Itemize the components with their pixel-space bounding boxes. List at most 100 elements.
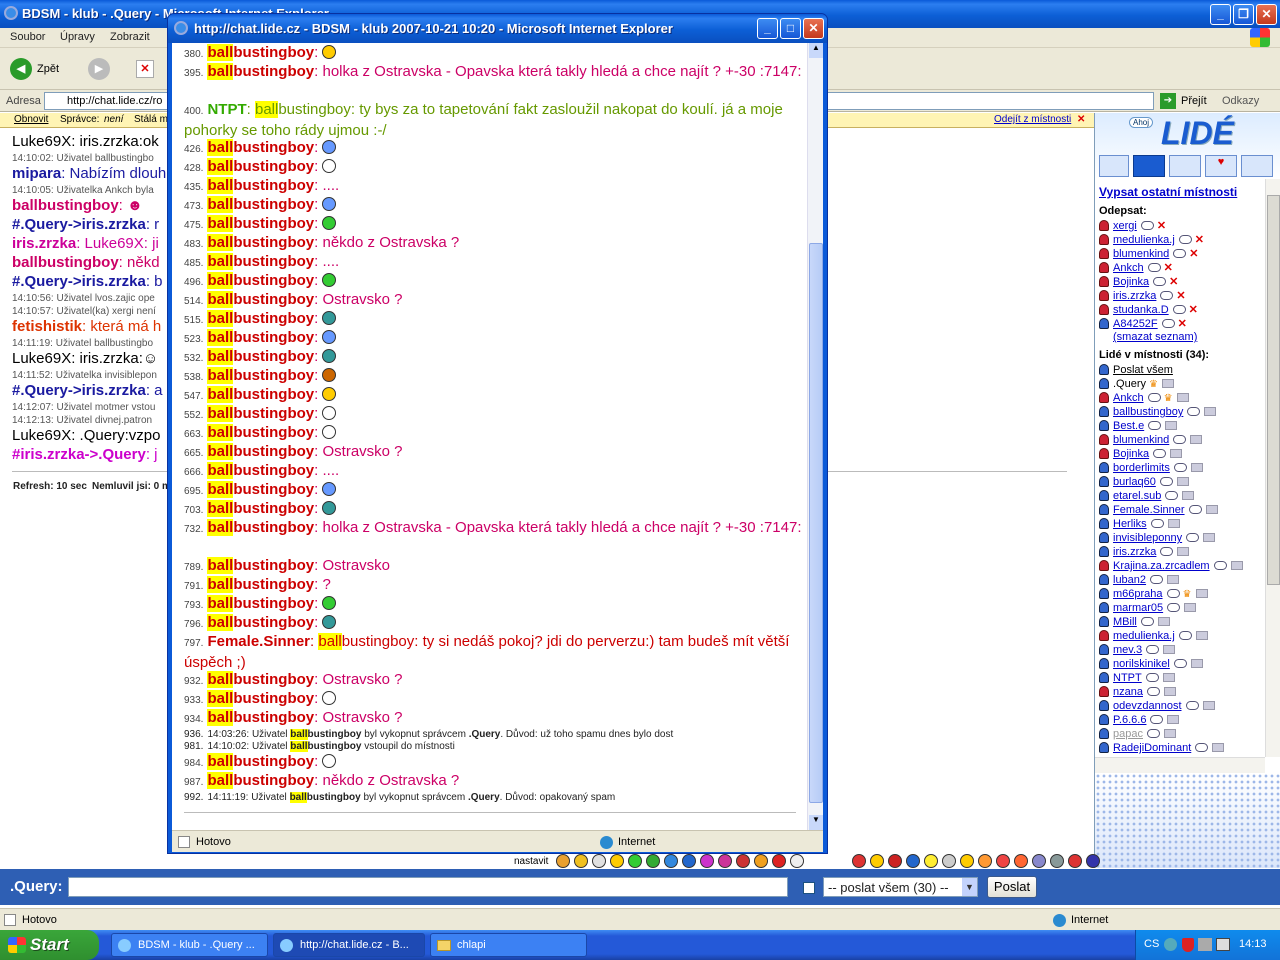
log-nick[interactable]: ballbustingboy [207, 443, 314, 460]
recipient-select[interactable]: -- poslat všem (30) -- [823, 877, 978, 897]
chat-nick[interactable]: ballbustingboy [12, 254, 119, 271]
remove-icon[interactable]: ✕ [1164, 262, 1173, 274]
person-item[interactable]: luban2 [1099, 573, 1265, 587]
emoticon-icon[interactable] [870, 854, 884, 868]
log-nick[interactable]: ballbustingboy [207, 595, 314, 612]
person-item[interactable]: .Query ♛ [1099, 377, 1265, 391]
tray-arrow-icon[interactable] [1164, 938, 1177, 951]
emoticon-icon[interactable] [628, 854, 642, 868]
camera-icon[interactable] [1184, 603, 1197, 612]
start-button[interactable]: Start [0, 930, 99, 960]
person-item[interactable]: m66praha ♛ [1099, 587, 1265, 601]
taskbar-item-bdsm[interactable]: BDSM - klub - .Query ... [111, 933, 268, 957]
user-link[interactable]: ballbustingboy [1113, 406, 1183, 418]
message-bubble-icon[interactable] [1146, 645, 1160, 654]
log-nick[interactable]: ballbustingboy [207, 272, 314, 289]
unsubscribe-item[interactable]: blumenkind ✕ [1099, 247, 1265, 261]
message-bubble-icon[interactable] [1213, 561, 1227, 570]
emoticon-icon[interactable] [942, 854, 956, 868]
user-link[interactable]: etarel.sub [1113, 490, 1161, 502]
scroll-up-arrow[interactable]: ▲ [809, 43, 823, 58]
log-nick[interactable]: ballbustingboy [207, 348, 314, 365]
person-item[interactable]: ballbustingboy [1099, 405, 1265, 419]
camera-icon[interactable] [1163, 645, 1176, 654]
person-item[interactable]: etarel.sub [1099, 489, 1265, 503]
network-icon[interactable] [1198, 938, 1212, 951]
chat-nick[interactable]: ballbustingboy [12, 197, 119, 214]
camera-icon[interactable] [1202, 701, 1215, 710]
message-bubble-icon[interactable] [1160, 547, 1174, 556]
log-nick[interactable]: ballbustingboy [207, 690, 314, 707]
message-bubble-icon[interactable] [1166, 589, 1180, 598]
unsubscribe-item[interactable]: Ankch ✕ [1099, 261, 1265, 275]
log-nick[interactable]: ballbustingboy [207, 614, 314, 631]
user-link[interactable]: Krajina.za.zrcadlem [1113, 560, 1210, 572]
log-nick[interactable]: ballbustingboy [207, 63, 314, 80]
person-item[interactable]: RadejiDominant [1099, 741, 1265, 755]
log-nick[interactable]: ballbustingboy [207, 500, 314, 517]
message-bubble-icon[interactable] [1140, 221, 1154, 230]
chat-nick[interactable]: iris.zrzka [12, 235, 76, 252]
emoticon-icon[interactable] [772, 854, 786, 868]
user-link[interactable]: A84252F [1113, 318, 1158, 330]
camera-icon[interactable] [1203, 533, 1216, 542]
camera-icon[interactable] [1205, 505, 1218, 514]
log-nick[interactable]: Female.Sinner [207, 633, 310, 650]
user-link[interactable]: Bojinka [1113, 448, 1149, 460]
emoticon-icon[interactable] [1032, 854, 1046, 868]
restore-button[interactable]: ❐ [1233, 4, 1254, 25]
person-item[interactable]: Krajina.za.zrcadlem [1099, 559, 1265, 573]
people-tab-icon[interactable] [1133, 155, 1165, 177]
log-nick[interactable]: ballbustingboy [207, 310, 314, 327]
user-link[interactable]: borderlimits [1113, 462, 1170, 474]
user-link[interactable]: medulienka.j [1113, 630, 1175, 642]
chat-nick[interactable]: Luke69X [12, 427, 71, 444]
emoticon-icon[interactable] [718, 854, 732, 868]
camera-icon[interactable] [1182, 491, 1195, 500]
remove-icon[interactable]: ✕ [1178, 318, 1187, 330]
select-chevron-icon[interactable]: ▼ [962, 878, 977, 896]
message-input[interactable] [68, 877, 788, 897]
log-popup-window[interactable]: http://chat.lide.cz - BDSM - klub 2007-1… [167, 13, 828, 854]
emoticon-icon[interactable] [852, 854, 866, 868]
user-link[interactable]: invisibleponny [1113, 532, 1182, 544]
message-bubble-icon[interactable] [1187, 407, 1201, 416]
user-link[interactable]: MBill [1113, 616, 1137, 628]
unsubscribe-item[interactable]: iris.zrzka ✕ [1099, 289, 1265, 303]
popup-maximize-button[interactable]: □ [780, 18, 801, 39]
user-link[interactable]: xergi [1113, 220, 1137, 232]
person-item[interactable]: papac [1099, 727, 1265, 741]
chat-nick[interactable]: #.Query->iris.zrzka [12, 273, 146, 290]
minimize-button[interactable]: _ [1210, 4, 1231, 25]
emoticon-icon[interactable] [960, 854, 974, 868]
list-rooms-link[interactable]: Vypsat ostatní místnosti [1099, 185, 1265, 199]
emoticon-icon[interactable] [754, 854, 768, 868]
log-nick[interactable]: ballbustingboy [207, 462, 314, 479]
chat-nick[interactable]: #.Query->iris.zrzka [12, 382, 146, 399]
log-nick[interactable]: ballbustingboy [207, 234, 314, 251]
settings-tab-icon[interactable] [1169, 155, 1201, 177]
log-nick[interactable]: ballbustingboy [207, 576, 314, 593]
camera-icon[interactable] [1167, 715, 1180, 724]
emoticon-icon[interactable] [574, 854, 588, 868]
user-link[interactable]: P.6.6.6 [1113, 714, 1146, 726]
camera-icon[interactable] [1167, 519, 1180, 528]
emoticon-icon[interactable] [700, 854, 714, 868]
popup-minimize-button[interactable]: _ [757, 18, 778, 39]
shield-icon[interactable] [1182, 938, 1194, 952]
message-bubble-icon[interactable] [1185, 701, 1199, 710]
camera-icon[interactable] [1176, 477, 1189, 486]
emoticon-settings-link[interactable]: nastavit [514, 856, 548, 867]
monitor-icon[interactable] [1216, 938, 1230, 951]
popup-scrollbar[interactable]: ▲ ▼ [807, 43, 823, 830]
emoticon-icon[interactable] [736, 854, 750, 868]
emoticon-icon[interactable] [610, 854, 624, 868]
person-item[interactable]: MBill [1099, 615, 1265, 629]
log-nick[interactable]: ballbustingboy [207, 557, 314, 574]
message-bubble-icon[interactable] [1146, 729, 1160, 738]
person-item[interactable]: mev.3 [1099, 643, 1265, 657]
emoticon-icon[interactable] [1068, 854, 1082, 868]
log-nick[interactable]: ballbustingboy [207, 215, 314, 232]
emoticon-icon[interactable] [592, 854, 606, 868]
message-bubble-icon[interactable] [1145, 673, 1159, 682]
